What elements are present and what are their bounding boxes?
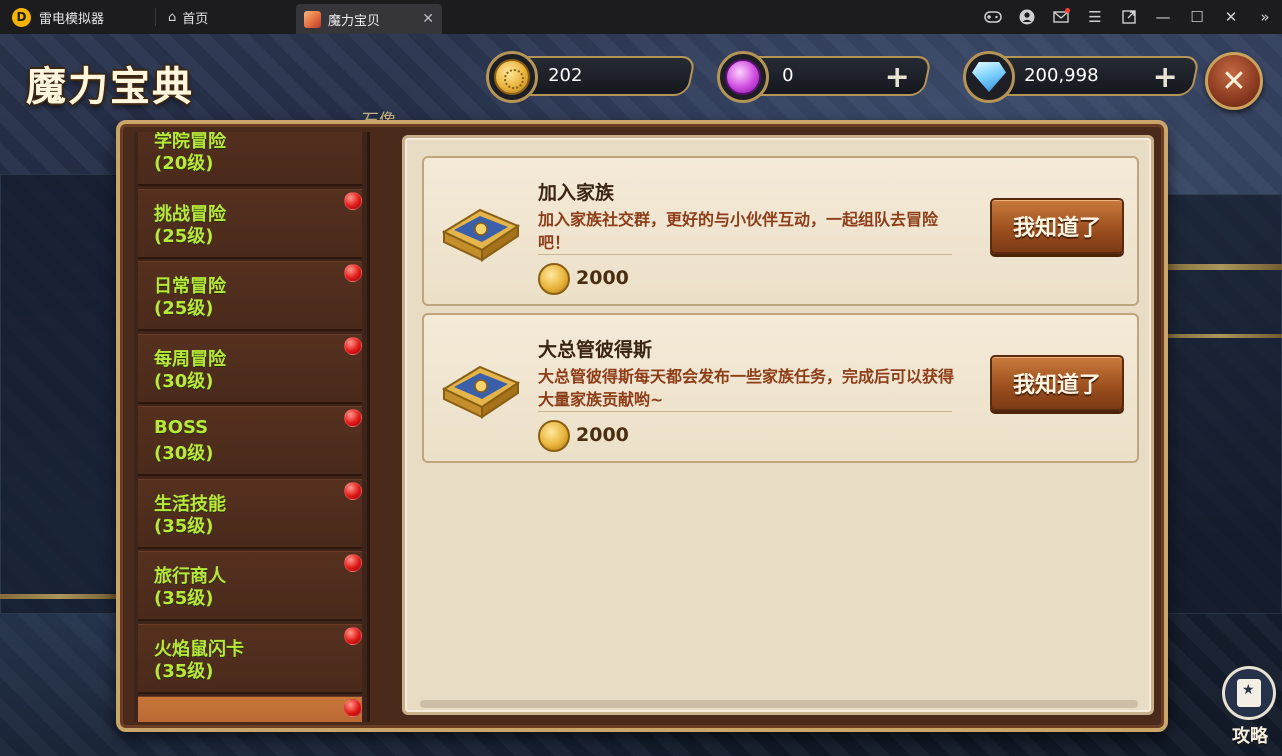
background-rail (0, 594, 120, 599)
sidebar-item-level: (35级) (154, 516, 214, 537)
notification-dot-icon (344, 409, 362, 427)
codex-book-icon (441, 365, 521, 419)
sidebar-item-family[interactable] (138, 696, 362, 722)
game-app-icon (304, 10, 321, 28)
content-panel: 加入家族 加入家族社交群，更好的与小伙伴互动，一起组队去冒险吧！ 2000 我知… (402, 135, 1154, 715)
sidebar[interactable]: 学院冒险 (20级) 挑战冒险 (25级) 日常冒险 (25级) 每周冒险 (3… (134, 132, 370, 722)
game-viewport: 魔力宝典 石像 202 0 + 200,998 + ✕ 学院冒险 (20级) 挑… (0, 34, 1282, 756)
quest-card: 加入家族 加入家族社交群，更好的与小伙伴互动，一起组队去冒险吧！ 2000 我知… (422, 156, 1139, 306)
tab-game[interactable]: 魔力宝贝 ✕ (296, 4, 442, 34)
card-description: 大总管彼得斯每天都会发布一些家族任务，完成后可以获得大量家族贡献哟~ (538, 367, 955, 409)
codex-book-icon (441, 208, 521, 262)
notification-dot-icon (344, 264, 362, 282)
sidebar-item-level: (35级) (154, 588, 214, 609)
gamepad-icon[interactable] (976, 0, 1010, 34)
sidebar-item-level: (25级) (154, 226, 214, 247)
sidebar-item-merchant[interactable]: 旅行商人 (35级) (138, 551, 362, 621)
sidebar-item-daily[interactable]: 日常冒险 (25级) (138, 261, 362, 331)
scroll-rail[interactable] (420, 700, 1138, 708)
card-reward-value: 2000 (576, 267, 629, 289)
sidebar-item-level: (30级) (154, 371, 214, 392)
notification-dot-icon (344, 554, 362, 572)
currency-diamond-value: 200,998 (1024, 65, 1099, 86)
mail-icon[interactable] (1044, 0, 1078, 34)
currency-gem-value: 0 (782, 65, 794, 86)
sidebar-item-weekly[interactable]: 每周冒险 (30级) (138, 334, 362, 404)
card-divider (538, 254, 952, 255)
notification-dot-icon (344, 627, 362, 645)
diamond-icon (963, 51, 1015, 103)
maximize-icon[interactable]: ☐ (1180, 0, 1214, 34)
tab-home-label: 首页 (182, 11, 209, 27)
purple-gem-icon (717, 51, 769, 103)
sidebar-item-life-skills[interactable]: 生活技能 (35级) (138, 479, 362, 549)
home-icon: ⌂ (168, 9, 177, 25)
quest-card: 大总管彼得斯 大总管彼得斯每天都会发布一些家族任务，完成后可以获得大量家族贡献哟… (422, 313, 1139, 463)
app-logo-icon: D (12, 7, 31, 27)
sidebar-item-level: (20级) (154, 153, 214, 174)
background-building (1160, 194, 1282, 614)
guide-button[interactable] (1222, 666, 1276, 720)
card-title: 大总管彼得斯 (538, 339, 653, 361)
guide-label: 攻略 (1232, 726, 1268, 747)
notification-dot-icon (344, 482, 362, 500)
tab-home[interactable]: ⌂ 首页 (156, 0, 296, 34)
notification-dot-icon (344, 337, 362, 355)
sidebar-item-challenge[interactable]: 挑战冒险 (25级) (138, 189, 362, 259)
card-reward-value: 2000 (576, 424, 629, 446)
background-rail (1160, 264, 1282, 270)
sidebar-item-level: (25级) (154, 298, 214, 319)
notification-dot-icon (344, 699, 362, 717)
tab-close-icon[interactable]: ✕ (422, 11, 434, 27)
window-controls: ☰ — ☐ ✕ » (976, 0, 1282, 34)
mail-badge (1065, 8, 1070, 13)
card-description: 加入家族社交群，更好的与小伙伴互动，一起组队去冒险吧！ (538, 210, 939, 252)
external-icon[interactable] (1112, 0, 1146, 34)
acknowledge-button[interactable]: 我知道了 (990, 198, 1124, 254)
account-icon[interactable] (1010, 0, 1044, 34)
reward-coin-icon (538, 263, 570, 295)
background-building (0, 174, 130, 614)
page-title: 魔力宝典 (26, 64, 194, 110)
diamond-add-button[interactable]: + (1153, 60, 1178, 95)
app-name: 雷电模拟器 (39, 11, 105, 27)
emulator-titlebar: D 雷电模拟器 ⌂ 首页 魔力宝贝 ✕ ☰ — ☐ ✕ » (0, 0, 1282, 34)
reward-coin-icon (538, 420, 570, 452)
gem-add-button[interactable]: + (885, 60, 910, 95)
guide-book-icon (1237, 679, 1261, 707)
close-icon[interactable]: ✕ (1214, 0, 1248, 34)
card-divider (538, 411, 952, 412)
card-title: 加入家族 (538, 182, 615, 204)
currency-coin-value: 202 (548, 65, 583, 86)
acknowledge-button[interactable]: 我知道了 (990, 355, 1124, 411)
minimize-icon[interactable]: — (1146, 0, 1180, 34)
gold-coin-icon (486, 51, 538, 103)
menu-icon[interactable]: ☰ (1078, 0, 1112, 34)
sidebar-item-flame-mouse[interactable]: 火焰鼠闪卡 (35级) (138, 624, 362, 694)
tab-game-label: 魔力宝贝 (328, 13, 381, 29)
sidebar-item-level: (35级) (154, 661, 214, 682)
sidebar-item-level: (30级) (154, 443, 214, 464)
notification-dot-icon (344, 192, 362, 210)
sidebar-item-name: BOSS (154, 417, 209, 438)
collapse-icon[interactable]: » (1248, 0, 1282, 34)
app-brand: D 雷电模拟器 (0, 0, 155, 34)
close-panel-button[interactable]: ✕ (1205, 52, 1263, 110)
sidebar-item-academy[interactable]: 学院冒险 (20级) (138, 132, 362, 186)
sidebar-item-boss[interactable]: BOSS (30级) (138, 406, 362, 476)
background-rail (1160, 334, 1282, 338)
